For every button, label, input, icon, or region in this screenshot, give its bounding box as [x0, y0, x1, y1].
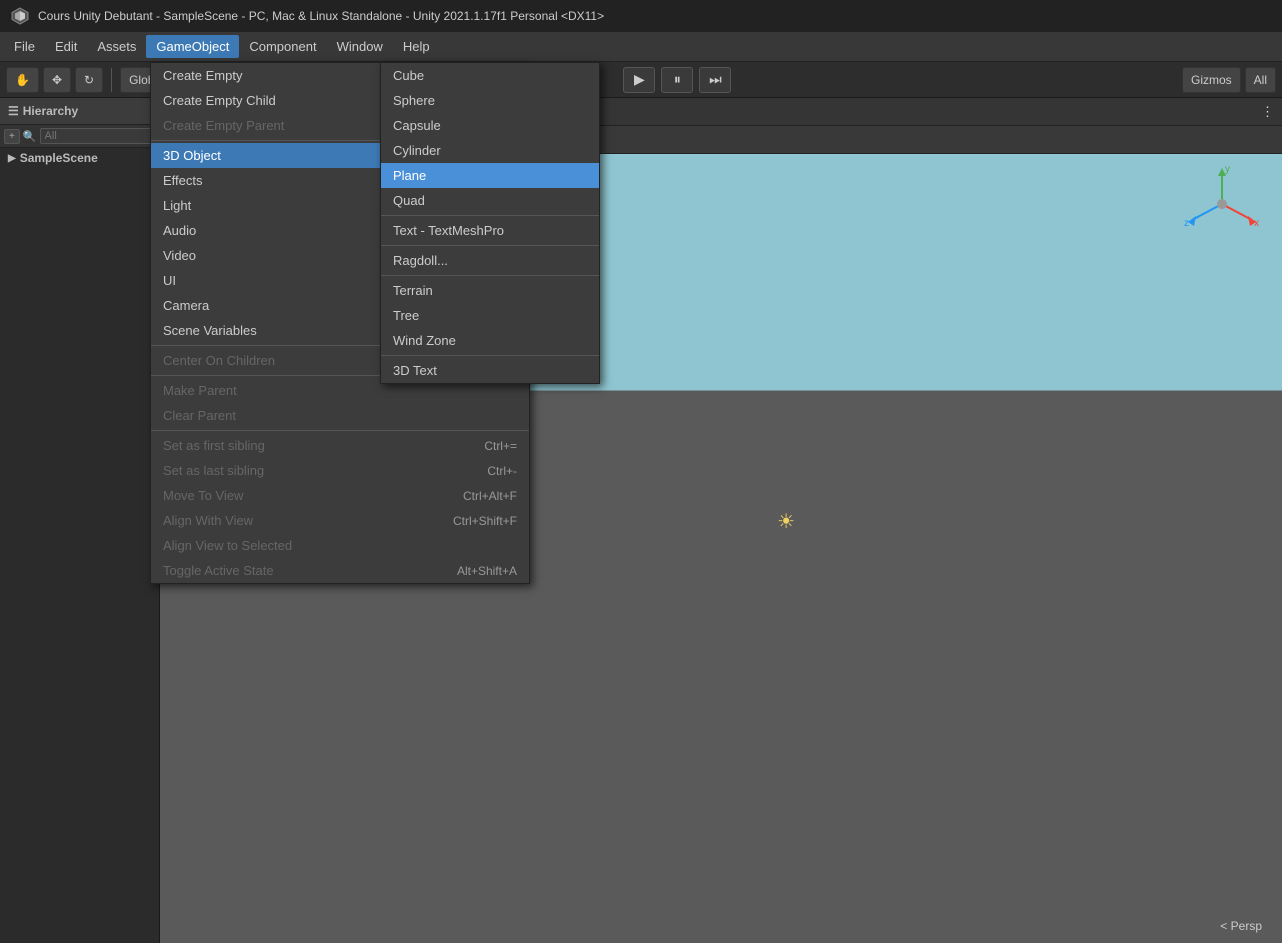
unity-logo	[10, 6, 30, 26]
clear-parent-label: Clear Parent	[163, 408, 236, 423]
menu-bar: File Edit Assets GameObject Component Wi…	[0, 32, 1282, 62]
submenu-textmeshpro[interactable]: Text - TextMeshPro	[381, 218, 599, 243]
scene-label: SampleScene	[20, 151, 98, 165]
menu-sep-4	[151, 430, 529, 431]
effects-label: Effects	[163, 173, 203, 188]
textmeshpro-label: Text - TextMeshPro	[393, 223, 504, 238]
menu-assets[interactable]: Assets	[87, 35, 146, 58]
tree-label: Tree	[393, 308, 419, 323]
submenu-sphere[interactable]: Sphere	[381, 88, 599, 113]
align-with-view-label: Align With View	[163, 513, 253, 528]
svg-text:x: x	[1254, 218, 1259, 229]
menu-toggle-active-state: Toggle Active State Alt+Shift+A	[151, 558, 529, 583]
menu-component[interactable]: Component	[239, 35, 326, 58]
light-label: Light	[163, 198, 191, 213]
submenu-3d-text[interactable]: 3D Text	[381, 358, 599, 383]
submenu-sep-3	[381, 275, 599, 276]
video-label: Video	[163, 248, 196, 263]
play-button[interactable]: ▶	[623, 67, 655, 93]
scene-arrow: ▶	[8, 153, 16, 164]
title-text: Cours Unity Debutant - SampleScene - PC,…	[38, 9, 604, 23]
submenu-cylinder[interactable]: Cylinder	[381, 138, 599, 163]
menu-gameobject[interactable]: GameObject	[146, 35, 239, 58]
sun-icon: ☀	[777, 509, 795, 534]
submenu-3d-object: Cube Sphere Capsule Cylinder Plane Quad …	[380, 62, 600, 384]
set-first-sibling-label: Set as first sibling	[163, 438, 265, 453]
cube-label: Cube	[393, 68, 424, 83]
align-with-view-shortcut: Ctrl+Shift+F	[453, 514, 517, 528]
menu-clear-parent: Clear Parent	[151, 403, 529, 428]
make-parent-label: Make Parent	[163, 383, 237, 398]
camera-label: Camera	[163, 298, 209, 313]
submenu-plane[interactable]: Plane	[381, 163, 599, 188]
quad-label: Quad	[393, 193, 425, 208]
menu-set-first-sibling: Set as first sibling Ctrl+=	[151, 433, 529, 458]
set-last-sibling-shortcut: Ctrl+-	[487, 464, 517, 478]
hierarchy-icon: ☰	[8, 104, 19, 118]
ui-label: UI	[163, 273, 176, 288]
submenu-capsule[interactable]: Capsule	[381, 113, 599, 138]
menu-edit[interactable]: Edit	[45, 35, 87, 58]
create-empty-label: Create Empty	[163, 68, 242, 83]
capsule-label: Capsule	[393, 118, 441, 133]
toolbar-sep-1	[111, 68, 112, 92]
submenu-ragdoll[interactable]: Ragdoll...	[381, 248, 599, 273]
center-on-children-label: Center On Children	[163, 353, 275, 368]
ragdoll-label: Ragdoll...	[393, 253, 448, 268]
hierarchy-panel: ☰ Hierarchy + 🔍 ▶ SampleScene	[0, 98, 160, 943]
all-btn[interactable]: All	[1245, 67, 1276, 93]
toggle-active-state-shortcut: Alt+Shift+A	[457, 564, 517, 578]
menu-set-last-sibling: Set as last sibling Ctrl+-	[151, 458, 529, 483]
set-first-sibling-shortcut: Ctrl+=	[484, 439, 517, 453]
toggle-active-state-label: Toggle Active State	[163, 563, 274, 578]
cylinder-label: Cylinder	[393, 143, 441, 158]
set-last-sibling-label: Set as last sibling	[163, 463, 264, 478]
submenu-sep-4	[381, 355, 599, 356]
move-to-view-label: Move To View	[163, 488, 243, 503]
align-view-to-selected-label: Align View to Selected	[163, 538, 292, 553]
scene-more-btn[interactable]: ⋮	[1253, 100, 1282, 124]
hierarchy-title: Hierarchy	[23, 104, 78, 118]
menu-file[interactable]: File	[4, 35, 45, 58]
axis-gizmo: y x z	[1182, 164, 1262, 244]
hierarchy-add-btn[interactable]: +	[4, 129, 20, 144]
submenu-wind-zone[interactable]: Wind Zone	[381, 328, 599, 353]
terrain-label: Terrain	[393, 283, 433, 298]
hierarchy-header: ☰ Hierarchy	[0, 98, 159, 125]
menu-help[interactable]: Help	[393, 35, 440, 58]
audio-label: Audio	[163, 223, 196, 238]
submenu-tree[interactable]: Tree	[381, 303, 599, 328]
create-empty-child-label: Create Empty Child	[163, 93, 276, 108]
wind-zone-label: Wind Zone	[393, 333, 456, 348]
sphere-label: Sphere	[393, 93, 435, 108]
menu-align-with-view: Align With View Ctrl+Shift+F	[151, 508, 529, 533]
submenu-sep-1	[381, 215, 599, 216]
hand-tool-btn[interactable]: ✋	[6, 67, 39, 93]
svg-text:y: y	[1225, 164, 1230, 175]
submenu-quad[interactable]: Quad	[381, 188, 599, 213]
hierarchy-search-icon: 🔍	[23, 130, 37, 143]
move-to-view-shortcut: Ctrl+Alt+F	[463, 489, 517, 503]
menu-move-to-view: Move To View Ctrl+Alt+F	[151, 483, 529, 508]
persp-label: < Persp	[1220, 919, 1262, 933]
3d-text-label: 3D Text	[393, 363, 437, 378]
submenu-sep-2	[381, 245, 599, 246]
gizmos-btn[interactable]: Gizmos	[1182, 67, 1241, 93]
hierarchy-toolbar: + 🔍	[0, 125, 159, 148]
submenu-terrain[interactable]: Terrain	[381, 278, 599, 303]
menu-window[interactable]: Window	[327, 35, 393, 58]
step-button[interactable]: ⏭	[699, 67, 731, 93]
scene-variables-label: Scene Variables	[163, 323, 257, 338]
create-empty-parent-label: Create Empty Parent	[163, 118, 284, 133]
pause-button[interactable]: ⏸	[661, 67, 693, 93]
move-tool-btn[interactable]: ✥	[43, 67, 71, 93]
3d-object-label: 3D Object	[163, 148, 221, 163]
hierarchy-scene-item[interactable]: ▶ SampleScene	[0, 148, 159, 168]
plane-label: Plane	[393, 168, 426, 183]
svg-text:z: z	[1184, 218, 1189, 229]
submenu-cube[interactable]: Cube	[381, 63, 599, 88]
rotate-tool-btn[interactable]: ↻	[75, 67, 103, 93]
title-bar: Cours Unity Debutant - SampleScene - PC,…	[0, 0, 1282, 32]
menu-align-view-to-selected: Align View to Selected	[151, 533, 529, 558]
